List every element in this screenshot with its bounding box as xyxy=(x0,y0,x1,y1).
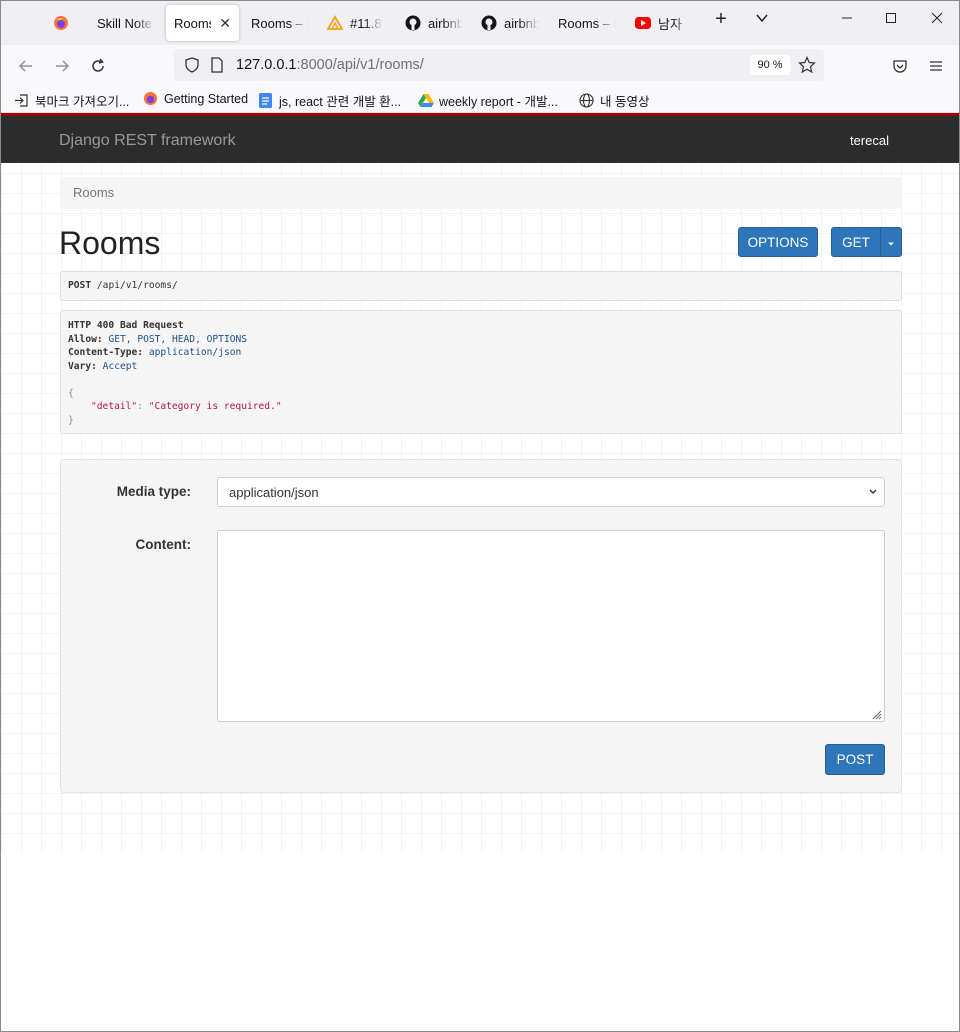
media-type-label: Media type: xyxy=(116,484,191,499)
tab-label: airbnb xyxy=(504,15,539,31)
media-type-value: application/json xyxy=(229,485,319,500)
raw-data-form: Media type: application/json Content: PO… xyxy=(60,459,902,793)
options-button[interactable]: OPTIONS xyxy=(738,227,818,257)
tab-github-1[interactable]: airbnb xyxy=(397,5,463,41)
drive-icon xyxy=(418,93,434,108)
zoom-indicator[interactable]: 90 % xyxy=(750,55,790,75)
bookmark-my-videos[interactable]: 내 동영상 xyxy=(579,91,649,110)
tab-rooms-3[interactable]: Rooms – D xyxy=(550,5,616,41)
bookmark-weekly-report[interactable]: weekly report - 개발... xyxy=(418,91,558,110)
request-info: POST /api/v1/rooms/ xyxy=(60,271,902,301)
firefox-icon xyxy=(143,91,158,106)
caret-down-icon xyxy=(887,235,895,250)
media-type-select[interactable]: application/json xyxy=(217,477,885,507)
maximize-icon[interactable] xyxy=(881,11,901,28)
minimize-icon[interactable] xyxy=(837,11,857,28)
get-format-dropdown[interactable] xyxy=(880,227,902,257)
tab-label: airbnb xyxy=(428,15,463,31)
json-close-brace: } xyxy=(68,414,74,426)
content-textarea[interactable] xyxy=(217,530,885,722)
reload-icon[interactable] xyxy=(86,54,110,78)
content-type-header-value: application/json xyxy=(148,347,242,358)
json-open-brace: { xyxy=(68,387,74,399)
bookmarks-toolbar: 북마크 가져오기... Getting Started js, react 관련… xyxy=(1,87,959,113)
tab-label: Rooms – D xyxy=(251,15,309,31)
bookmark-js-react[interactable]: js, react 관련 개발 환... xyxy=(258,91,401,110)
tab-label: 남자 xyxy=(658,16,682,32)
tab-issue[interactable]: #11.8 xyxy=(321,5,383,41)
github-icon xyxy=(481,15,497,31)
pocket-icon[interactable] xyxy=(888,54,912,78)
tab-rooms-2[interactable]: Rooms – D xyxy=(243,5,309,41)
tab-list-chevron-icon[interactable] xyxy=(752,11,772,29)
vary-header-label: Vary: xyxy=(68,360,97,372)
tab-firefox-view[interactable] xyxy=(53,5,73,41)
breadcrumb-item-rooms[interactable]: Rooms xyxy=(73,185,114,200)
shield-icon[interactable] xyxy=(184,57,200,78)
import-icon xyxy=(14,93,29,108)
response-info: HTTP 400 Bad Request Allow: GET, POST, H… xyxy=(60,310,902,434)
page-icon[interactable] xyxy=(210,57,224,78)
drf-navbar: Django REST framework terecal xyxy=(1,113,959,163)
content-type-header-label: Content-Type: xyxy=(68,347,144,358)
close-tab-icon[interactable]: ✕ xyxy=(219,15,231,32)
content-label: Content: xyxy=(135,537,191,552)
tab-label: #11.8 xyxy=(350,15,382,31)
bookmark-label: 내 동영상 xyxy=(600,95,650,109)
url-text[interactable]: 127.0.0.1:8000/api/v1/rooms/ xyxy=(236,57,424,73)
json-value: "Category is required." xyxy=(148,401,282,412)
bookmark-label: 북마크 가져오기... xyxy=(35,95,130,109)
globe-icon xyxy=(579,93,594,108)
url-host: 127.0.0.1 xyxy=(236,57,297,73)
url-bar[interactable]: 127.0.0.1:8000/api/v1/rooms/ 90 % xyxy=(174,49,824,81)
tab-label: Skill Note xyxy=(97,15,152,31)
close-window-icon[interactable] xyxy=(927,11,947,28)
github-icon xyxy=(405,15,421,31)
bookmark-label: weekly report - 개발... xyxy=(439,95,558,109)
tab-label: Rooms xyxy=(174,15,212,31)
bookmark-label: Getting Started xyxy=(164,91,249,106)
bookmark-star-icon[interactable] xyxy=(798,56,816,79)
json-colon: : xyxy=(137,401,143,412)
page-blank-area xyxy=(1,853,959,1031)
back-arrow-icon[interactable] xyxy=(14,54,38,78)
tab-youtube[interactable]: 남자 xyxy=(627,5,693,41)
browser-toolbar: 127.0.0.1:8000/api/v1/rooms/ 90 % xyxy=(1,45,959,87)
url-path: :8000/api/v1/rooms/ xyxy=(296,57,424,73)
new-tab-icon[interactable]: + xyxy=(711,8,731,31)
browser-tab-bar: Skill Note Rooms ✕ Rooms – D #11.8 airbn… xyxy=(1,1,959,45)
chevron-down-icon xyxy=(868,484,878,503)
tab-github-2[interactable]: airbnb xyxy=(473,5,539,41)
youtube-icon xyxy=(635,15,651,31)
menu-hamburger-icon[interactable] xyxy=(924,54,948,78)
post-button[interactable]: POST xyxy=(825,744,885,775)
forward-arrow-icon[interactable] xyxy=(50,54,74,78)
vary-header-value: Accept xyxy=(102,360,138,372)
docs-icon xyxy=(258,93,273,108)
page-viewport: Django REST framework terecal Rooms Room… xyxy=(1,113,959,1031)
get-button[interactable]: GET xyxy=(831,227,881,257)
tab-skill-note[interactable]: Skill Note xyxy=(89,5,155,41)
firefox-icon xyxy=(53,15,69,31)
allow-header-value: GET, POST, HEAD, OPTIONS xyxy=(108,333,248,345)
request-path: /api/v1/rooms/ xyxy=(96,280,178,291)
bookmark-import[interactable]: 북마크 가져오기... xyxy=(14,91,129,110)
allow-header-label: Allow: xyxy=(68,333,103,345)
breadcrumb: Rooms xyxy=(60,177,902,209)
response-status: HTTP 400 Bad Request xyxy=(68,320,184,331)
brand-link[interactable]: Django REST framework xyxy=(59,132,236,150)
page-title: Rooms xyxy=(59,225,161,261)
json-key: "detail" xyxy=(91,401,138,412)
request-method: POST xyxy=(68,280,92,291)
resize-handle-icon[interactable] xyxy=(870,707,882,720)
bookmark-getting-started[interactable]: Getting Started xyxy=(143,91,248,106)
tab-label: Rooms – D xyxy=(558,15,616,31)
bookmark-label: js, react 관련 개발 환... xyxy=(279,95,402,109)
tab-rooms-active[interactable]: Rooms ✕ xyxy=(166,5,239,41)
warning-triangle-icon xyxy=(326,15,344,31)
user-menu[interactable]: terecal xyxy=(850,133,889,148)
